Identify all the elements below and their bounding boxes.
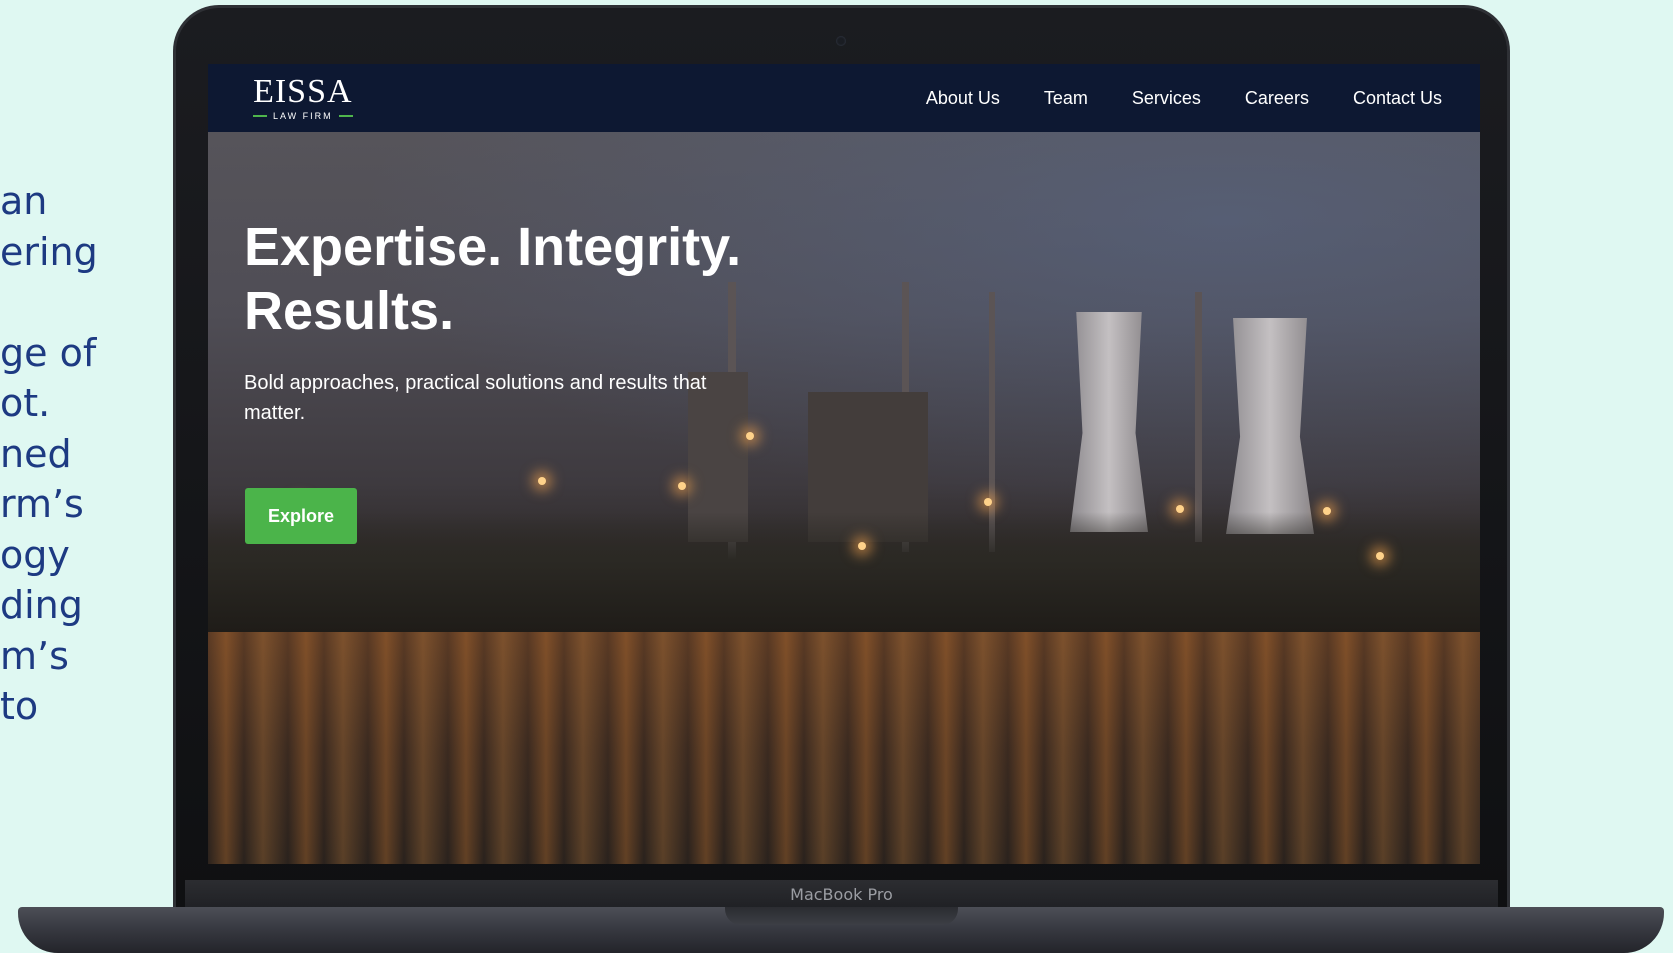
hero-treeline bbox=[208, 512, 1480, 632]
nav-contact-us[interactable]: Contact Us bbox=[1353, 88, 1442, 109]
side-copy-line: ge of bbox=[0, 330, 97, 375]
side-copy-line: rm’s bbox=[0, 482, 84, 526]
logo-wordmark: EISSA bbox=[253, 73, 353, 110]
side-copy-line: ering bbox=[0, 229, 98, 274]
nav-team[interactable]: Team bbox=[1044, 88, 1088, 109]
light-flare bbox=[538, 477, 546, 485]
side-copy-line: to bbox=[0, 684, 39, 728]
side-copy-line: ding bbox=[0, 583, 83, 627]
nav-about-us[interactable]: About Us bbox=[926, 88, 1000, 109]
light-flare bbox=[746, 432, 754, 440]
light-flare bbox=[1323, 507, 1331, 515]
logo-dash bbox=[338, 115, 353, 117]
laptop-notch bbox=[725, 907, 958, 925]
logo-dash bbox=[253, 115, 267, 117]
light-flare bbox=[1176, 505, 1184, 513]
main-nav: About Us Team Services Careers Contact U… bbox=[926, 88, 1442, 109]
nav-services[interactable]: Services bbox=[1132, 88, 1201, 109]
laptop-brand-label: MacBook Pro bbox=[790, 885, 893, 904]
hero-subtitle: Bold approaches, practical solutions and… bbox=[244, 372, 707, 424]
laptop-screen: Expertise. Integrity. Results. Bold appr… bbox=[208, 64, 1480, 864]
side-copy-line: ot. bbox=[0, 381, 51, 425]
hero-title: Expertise. Integrity. Results. bbox=[244, 217, 742, 341]
light-flare bbox=[984, 498, 992, 506]
nav-careers[interactable]: Careers bbox=[1245, 88, 1309, 109]
side-copy-line: an bbox=[0, 179, 48, 223]
light-flare bbox=[1376, 552, 1384, 560]
hero-section: Expertise. Integrity. Results. Bold appr… bbox=[208, 132, 1480, 864]
side-marketing-copy: an ering ge of ot. ned rm’s ogy ding m’s… bbox=[0, 176, 98, 732]
side-copy-line: ogy bbox=[0, 532, 70, 577]
explore-button[interactable]: Explore bbox=[245, 488, 357, 544]
site-navbar: EISSA LAW FIRM About Us Team Services Ca… bbox=[208, 64, 1480, 132]
light-flare bbox=[678, 482, 686, 490]
side-copy-line bbox=[0, 277, 98, 328]
hero-water-reflection bbox=[208, 632, 1480, 864]
firm-logo[interactable]: EISSA LAW FIRM bbox=[253, 75, 353, 121]
side-copy-line: m’s bbox=[0, 633, 69, 678]
refinery-stack bbox=[1195, 292, 1202, 542]
logo-tagline: LAW FIRM bbox=[253, 111, 353, 121]
logo-subtitle: LAW FIRM bbox=[273, 111, 333, 121]
webcam-icon bbox=[836, 36, 846, 46]
side-copy-line: ned bbox=[0, 431, 72, 476]
light-flare bbox=[858, 542, 866, 550]
